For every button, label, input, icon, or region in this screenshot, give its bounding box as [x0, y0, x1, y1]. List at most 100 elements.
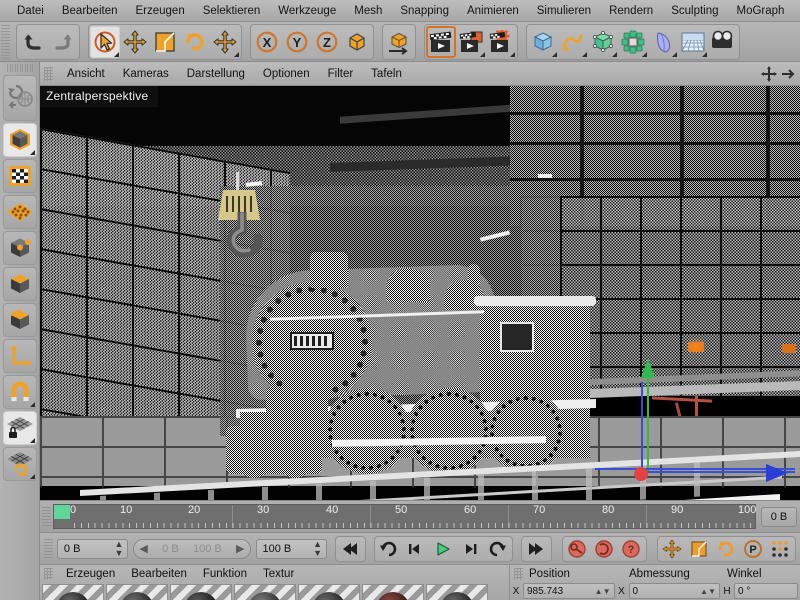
viewport-menu-optionen[interactable]: Optionen [254, 66, 319, 82]
lock-z-button[interactable]: Z [312, 26, 342, 58]
world-object-coord-button[interactable] [342, 26, 372, 58]
current-frame-stepper[interactable]: ▲ ▼ [106, 539, 123, 558]
undo-button[interactable] [18, 26, 48, 58]
add-cube-button[interactable] [528, 26, 558, 58]
point-level-animation-button[interactable] [767, 538, 794, 560]
material-menu-grip[interactable] [44, 568, 53, 580]
menu-bearbeiten[interactable]: Bearbeiten [53, 1, 127, 21]
attr-size-x-field[interactable]: 0 ▲▼ [628, 583, 720, 599]
lock-y-button[interactable]: Y [282, 26, 312, 58]
tool-options-corner[interactable] [510, 51, 515, 57]
go-to-start-button[interactable] [337, 538, 364, 560]
attr-position-x-stepper[interactable]: ▲▼ [595, 587, 611, 596]
material-swatch-1[interactable] [42, 584, 104, 600]
viewport-menu-darstellung[interactable]: Darstellung [178, 66, 254, 82]
parameter-key-button[interactable]: P [740, 538, 767, 560]
tool-options-corner[interactable] [582, 51, 587, 57]
lock-x-button[interactable]: X [252, 26, 282, 58]
add-camera-button[interactable] [708, 26, 738, 58]
menu-mograph[interactable]: MoGraph [728, 1, 794, 21]
keyframe-selection-button[interactable]: ? [618, 538, 645, 560]
scale-key-button[interactable] [686, 538, 713, 560]
viewport-menu-kameras[interactable]: Kameras [114, 66, 178, 82]
scale-tool-button[interactable] [150, 26, 180, 58]
rotation-key-button[interactable] [713, 538, 740, 560]
tool-texture-mode-button[interactable] [2, 159, 37, 193]
gizmo-center-handle[interactable] [634, 467, 648, 481]
tool-edge-mode-button[interactable] [2, 231, 37, 265]
add-nurbs-button[interactable] [588, 26, 618, 58]
menu-charakter[interactable]: Charak [793, 1, 800, 21]
transport-grip[interactable] [44, 538, 53, 559]
menu-simulieren[interactable]: Simulieren [528, 1, 600, 21]
tool-polygon-mode-button[interactable] [2, 267, 37, 301]
move-tool-button[interactable] [120, 26, 150, 58]
step-back-button[interactable] [403, 538, 430, 560]
play-button[interactable] [430, 538, 457, 560]
material-swatch-4[interactable] [234, 584, 296, 600]
material-menu-bearbeiten[interactable]: Bearbeiten [123, 567, 195, 581]
material-menu-erzeugen[interactable]: Erzeugen [58, 567, 123, 581]
end-frame-stepper[interactable]: ▲ ▼ [305, 539, 322, 558]
attr-angle-h-field[interactable]: 0 ° [734, 583, 798, 599]
tool-model-mode-button[interactable] [2, 123, 37, 157]
tool-options-corner[interactable] [702, 51, 707, 57]
position-key-button[interactable] [659, 538, 686, 560]
timeline-playhead[interactable] [54, 505, 70, 519]
tool-options-corner[interactable] [234, 51, 239, 57]
gizmo-x-axis-2[interactable] [595, 468, 795, 470]
add-array-button[interactable] [618, 26, 648, 58]
tool-grid-lock-button[interactable] [2, 411, 37, 445]
tool-undo-view-button[interactable] [2, 75, 37, 121]
preview-range-field[interactable]: ◀ 0 B 100 B ▶ [133, 538, 251, 559]
tool-options-corner[interactable] [114, 51, 119, 57]
render-settings-button[interactable] [486, 26, 516, 58]
tool-options-corner[interactable] [480, 51, 485, 57]
material-swatch-2[interactable] [106, 584, 168, 600]
viewport-3d[interactable]: Zentralperspektive [40, 86, 800, 500]
viewport-menu-ansicht[interactable]: Ansicht [58, 66, 114, 82]
tool-snap-button[interactable] [2, 375, 37, 409]
select-tool-button[interactable] [90, 25, 120, 58]
menu-sculpting[interactable]: Sculpting [662, 1, 727, 21]
left-palette-grip[interactable] [6, 64, 33, 72]
timeline-frame-field[interactable]: 0 B [761, 506, 797, 527]
record-keyframe-button[interactable] [564, 538, 591, 560]
step-forward-button[interactable] [457, 538, 484, 560]
menu-snapping[interactable]: Snapping [391, 1, 458, 21]
rotate-tool-button[interactable] [180, 26, 210, 58]
gizmo-z-axis[interactable] [641, 382, 643, 474]
end-frame-field[interactable]: 100 B ▲ ▼ [255, 538, 327, 559]
menu-rendern[interactable]: Rendern [600, 1, 662, 21]
menu-selektieren[interactable]: Selektieren [194, 1, 270, 21]
material-menu-funktion[interactable]: Funktion [195, 567, 255, 581]
timeline-track[interactable]: 0 10 20 30 40 50 60 70 80 90 100 [53, 504, 756, 529]
material-swatch-7[interactable] [426, 584, 488, 600]
render-to-picture-viewer-button[interactable] [456, 26, 486, 58]
gizmo-x-arrow[interactable] [766, 464, 788, 482]
menu-animieren[interactable]: Animieren [458, 1, 528, 21]
menu-datei[interactable]: Datei [8, 1, 53, 21]
tool-options-corner[interactable] [612, 51, 617, 57]
attr-size-x-stepper[interactable]: ▲▼ [700, 587, 716, 596]
tool-options-corner[interactable] [552, 51, 557, 57]
menu-mesh[interactable]: Mesh [345, 1, 391, 21]
move-alt-tool-button[interactable] [210, 26, 240, 58]
previous-key-button[interactable] [376, 538, 403, 560]
material-swatch-3[interactable] [170, 584, 232, 600]
maximize-icon[interactable] [780, 65, 796, 83]
viewport-menu-filter[interactable]: Filter [319, 66, 363, 82]
tool-options-corner[interactable] [29, 438, 35, 443]
coordinate-system-button[interactable] [384, 26, 414, 58]
material-menu-textur[interactable]: Textur [255, 567, 302, 581]
gizmo-y-axis[interactable] [647, 372, 649, 472]
material-swatch-6[interactable] [362, 584, 424, 600]
render-view-button[interactable] [426, 26, 456, 58]
tool-options-corner[interactable] [672, 51, 677, 57]
tool-workplane-button[interactable] [2, 447, 37, 481]
gizmo-y-arrow[interactable] [641, 358, 655, 378]
coordinates-grip[interactable] [514, 568, 523, 580]
timeline-grip[interactable] [42, 506, 51, 527]
tool-options-corner[interactable] [29, 402, 35, 407]
toolbar-grip[interactable] [1, 24, 10, 59]
